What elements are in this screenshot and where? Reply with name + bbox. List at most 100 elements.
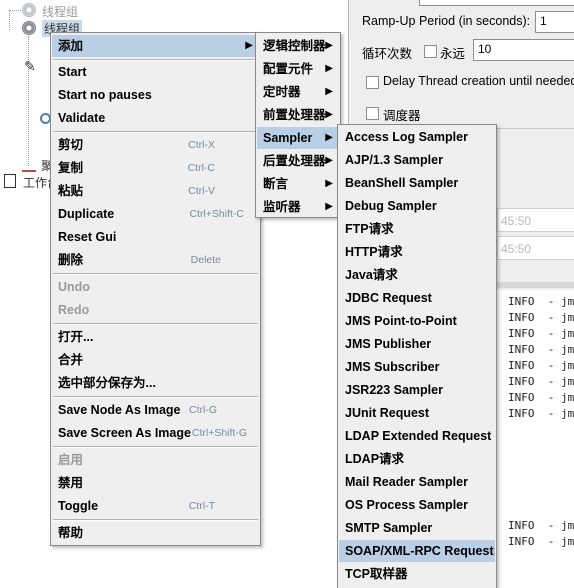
submenu-item-sampler[interactable]: Sampler ▶: [257, 127, 339, 149]
menu-item-save-node-image-label: Save Node As Image: [58, 403, 181, 417]
chart-icon: [22, 158, 36, 172]
sampler-item[interactable]: Java请求: [339, 264, 495, 286]
delay-thread-checkbox[interactable]: [366, 76, 379, 89]
submenu-item-post-processor-label: 后置处理器: [263, 154, 326, 168]
end-time-value: 45:50: [501, 242, 532, 256]
menu-item-delete[interactable]: 删除 Delete: [52, 249, 259, 271]
tree-connector: [28, 36, 29, 166]
thread-group-icon: [22, 3, 36, 17]
menu-item-paste[interactable]: 粘贴 Ctrl-V: [52, 180, 259, 202]
sampler-item[interactable]: OS Process Sampler: [339, 494, 495, 516]
sampler-item[interactable]: JMS Subscriber: [339, 356, 495, 378]
sampler-item[interactable]: JMS Publisher: [339, 333, 495, 355]
sampler-item[interactable]: HTTP请求: [339, 241, 495, 263]
submenu-item-assertion-label: 断言: [263, 177, 289, 191]
menu-separator: [53, 519, 258, 521]
sampler-item[interactable]: AJP/1.3 Sampler: [339, 149, 495, 171]
menu-item-redo[interactable]: Redo: [52, 299, 259, 321]
menu-separator: [53, 446, 258, 448]
context-menu: 添加 ▶ Start Start no pauses Validate 剪切 C…: [50, 32, 261, 546]
shortcut-delete: Delete: [190, 254, 221, 266]
submenu-arrow-icon: ▶: [325, 178, 333, 189]
submenu-item-listener-label: 监听器: [263, 200, 301, 214]
forever-checkbox[interactable]: [424, 45, 437, 58]
log-line: INFO - jm: [508, 327, 574, 340]
scheduler-checkbox[interactable]: [366, 107, 379, 120]
tree-node-thread-group[interactable]: 线程组: [42, 3, 78, 20]
submenu-item-timer-label: 定时器: [263, 85, 301, 99]
sampler-item[interactable]: LDAP请求: [339, 448, 495, 470]
submenu-item-logic-controller-label: 逻辑控制器: [263, 39, 326, 53]
sampler-item-selected[interactable]: SOAP/XML-RPC Request: [339, 540, 495, 562]
sampler-item[interactable]: Access Log Sampler: [339, 126, 495, 148]
sampler-item[interactable]: Debug Sampler: [339, 195, 495, 217]
menu-item-reset-gui[interactable]: Reset Gui: [52, 226, 259, 248]
menu-item-start[interactable]: Start: [52, 61, 259, 83]
pencil-icon: ✎: [24, 58, 36, 74]
menu-item-cut-label: 剪切: [58, 138, 84, 152]
menu-item-cut[interactable]: 剪切 Ctrl-X: [52, 134, 259, 156]
tree-connector: [9, 10, 21, 11]
log-line: INFO - jm: [508, 359, 574, 372]
menu-separator: [53, 323, 258, 325]
menu-item-copy[interactable]: 复制 Ctrl-C: [52, 157, 259, 179]
submenu-arrow-icon: ▶: [325, 40, 333, 51]
menu-item-help[interactable]: 帮助: [52, 522, 259, 544]
menu-item-add[interactable]: 添加 ▶: [52, 35, 259, 57]
shortcut-cut: Ctrl-X: [188, 139, 215, 151]
menu-item-merge[interactable]: 合并: [52, 349, 259, 371]
sampler-item[interactable]: SMTP Sampler: [339, 517, 495, 539]
menu-item-save-selection[interactable]: 选中部分保存为...: [52, 372, 259, 394]
submenu-item-post-processor[interactable]: 后置处理器 ▶: [257, 150, 339, 172]
log-line: INFO - jm: [508, 519, 574, 532]
sampler-item[interactable]: TCP取样器: [339, 563, 495, 585]
loop-count-label: 循环次数: [362, 47, 413, 61]
ramp-up-input[interactable]: 1: [535, 11, 574, 33]
sampler-item[interactable]: FTP请求: [339, 218, 495, 240]
log-viewer: INFO - jm INFO - jm INFO - jm INFO - jm …: [496, 290, 574, 588]
menu-item-save-node-image[interactable]: Save Node As Image Ctrl-G: [52, 399, 259, 421]
submenu-item-listener[interactable]: 监听器 ▶: [257, 196, 339, 218]
add-submenu: 逻辑控制器 ▶ 配置元件 ▶ 定时器 ▶ 前置处理器 ▶ Sampler ▶ 后…: [255, 32, 341, 218]
menu-separator: [53, 273, 258, 275]
menu-item-toggle[interactable]: Toggle Ctrl-T: [52, 495, 259, 517]
sampler-item[interactable]: Mail Reader Sampler: [339, 471, 495, 493]
menu-item-disable[interactable]: 禁用: [52, 472, 259, 494]
menu-item-start-no-pauses[interactable]: Start no pauses: [52, 84, 259, 106]
menu-item-duplicate-label: Duplicate: [58, 207, 115, 221]
submenu-arrow-icon: ▶: [325, 63, 333, 74]
submenu-item-timer[interactable]: 定时器 ▶: [257, 81, 339, 103]
tree-connector: [9, 10, 10, 30]
name-field[interactable]: [419, 0, 574, 6]
submenu-item-assertion[interactable]: 断言 ▶: [257, 173, 339, 195]
sampler-item[interactable]: JMS Point-to-Point: [339, 310, 495, 332]
menu-item-copy-label: 复制: [58, 161, 84, 175]
sampler-item[interactable]: BeanShell Sampler: [339, 172, 495, 194]
menu-item-validate[interactable]: Validate: [52, 107, 259, 129]
sampler-item[interactable]: JDBC Request: [339, 287, 495, 309]
submenu-item-config-element[interactable]: 配置元件 ▶: [257, 58, 339, 80]
shortcut-save-node-image: Ctrl-G: [189, 404, 217, 416]
menu-item-toggle-label: Toggle: [58, 499, 99, 513]
submenu-arrow-icon: ▶: [245, 40, 253, 51]
submenu-item-logic-controller[interactable]: 逻辑控制器 ▶: [257, 35, 339, 57]
submenu-item-pre-processor-label: 前置处理器: [263, 108, 326, 122]
sampler-item[interactable]: LDAP Extended Request: [339, 425, 495, 447]
loop-count-input[interactable]: 10: [473, 39, 574, 61]
menu-item-undo[interactable]: Undo: [52, 276, 259, 298]
scheduler-label: 调度器: [383, 109, 421, 123]
submenu-item-pre-processor[interactable]: 前置处理器 ▶: [257, 104, 339, 126]
sampler-item[interactable]: JUnit Request: [339, 402, 495, 424]
menu-item-enable[interactable]: 启用: [52, 449, 259, 471]
menu-item-open[interactable]: 打开...: [52, 326, 259, 348]
sampler-item[interactable]: JSR223 Sampler: [339, 379, 495, 401]
shortcut-copy: Ctrl-C: [187, 162, 215, 174]
menu-item-save-screen-image[interactable]: Save Screen As Image Ctrl+Shift-G: [52, 422, 259, 444]
delay-thread-label: Delay Thread creation until needed: [383, 74, 574, 88]
shortcut-duplicate: Ctrl+Shift-C: [189, 208, 244, 220]
sampler-submenu: Access Log Sampler AJP/1.3 Sampler BeanS…: [337, 124, 497, 588]
log-line: INFO - jm: [508, 311, 574, 324]
start-time-value: 45:50: [501, 214, 532, 228]
menu-item-duplicate[interactable]: Duplicate Ctrl+Shift-C: [52, 203, 259, 225]
log-line: INFO - jm: [508, 535, 574, 548]
